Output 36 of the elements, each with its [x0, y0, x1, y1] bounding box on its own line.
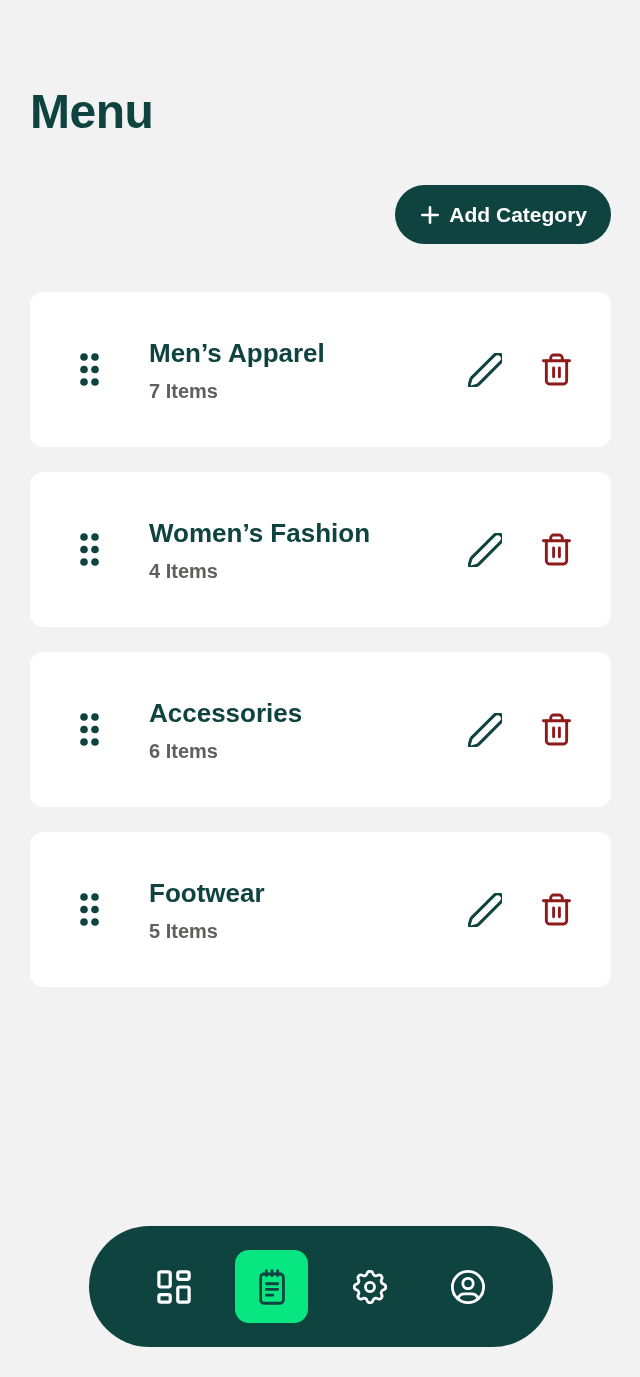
drag-handle-icon[interactable]	[80, 533, 99, 566]
add-category-button[interactable]: Add Category	[395, 185, 611, 244]
trash-icon	[542, 893, 571, 926]
delete-button[interactable]	[542, 533, 571, 566]
item-count: 7 Items	[149, 378, 218, 403]
user-circle-icon	[450, 1269, 485, 1304]
trash-icon	[542, 533, 571, 566]
page-title: Menu	[30, 84, 155, 140]
item-count: 6 Items	[149, 738, 218, 763]
edit-button[interactable]	[468, 712, 502, 747]
notes-tab[interactable]	[235, 1250, 308, 1323]
edit-button[interactable]	[468, 352, 502, 387]
category-name: Footwear	[149, 876, 265, 909]
delete-button[interactable]	[542, 893, 571, 926]
drag-handle-icon[interactable]	[80, 353, 99, 386]
delete-button[interactable]	[542, 713, 571, 746]
settings-icon	[352, 1269, 387, 1304]
category-name: Accessories	[149, 696, 303, 729]
trash-icon	[542, 353, 571, 386]
delete-button[interactable]	[542, 353, 571, 386]
pencil-icon	[468, 532, 502, 567]
notepad-icon	[258, 1268, 285, 1305]
plus-icon	[421, 205, 440, 224]
trash-icon	[542, 713, 571, 746]
item-count: 4 Items	[149, 558, 218, 583]
drag-handle-icon[interactable]	[80, 893, 99, 926]
edit-button[interactable]	[468, 532, 502, 567]
item-count: 5 Items	[149, 918, 218, 943]
pencil-icon	[468, 712, 502, 747]
edit-button[interactable]	[468, 892, 502, 927]
layout-grid-icon	[156, 1269, 191, 1304]
pencil-icon	[468, 352, 502, 387]
pencil-icon	[468, 892, 502, 927]
category-name: Women’s Fashion	[149, 516, 371, 549]
category-name: Men’s Apparel	[149, 336, 325, 369]
drag-handle-icon[interactable]	[80, 713, 99, 746]
